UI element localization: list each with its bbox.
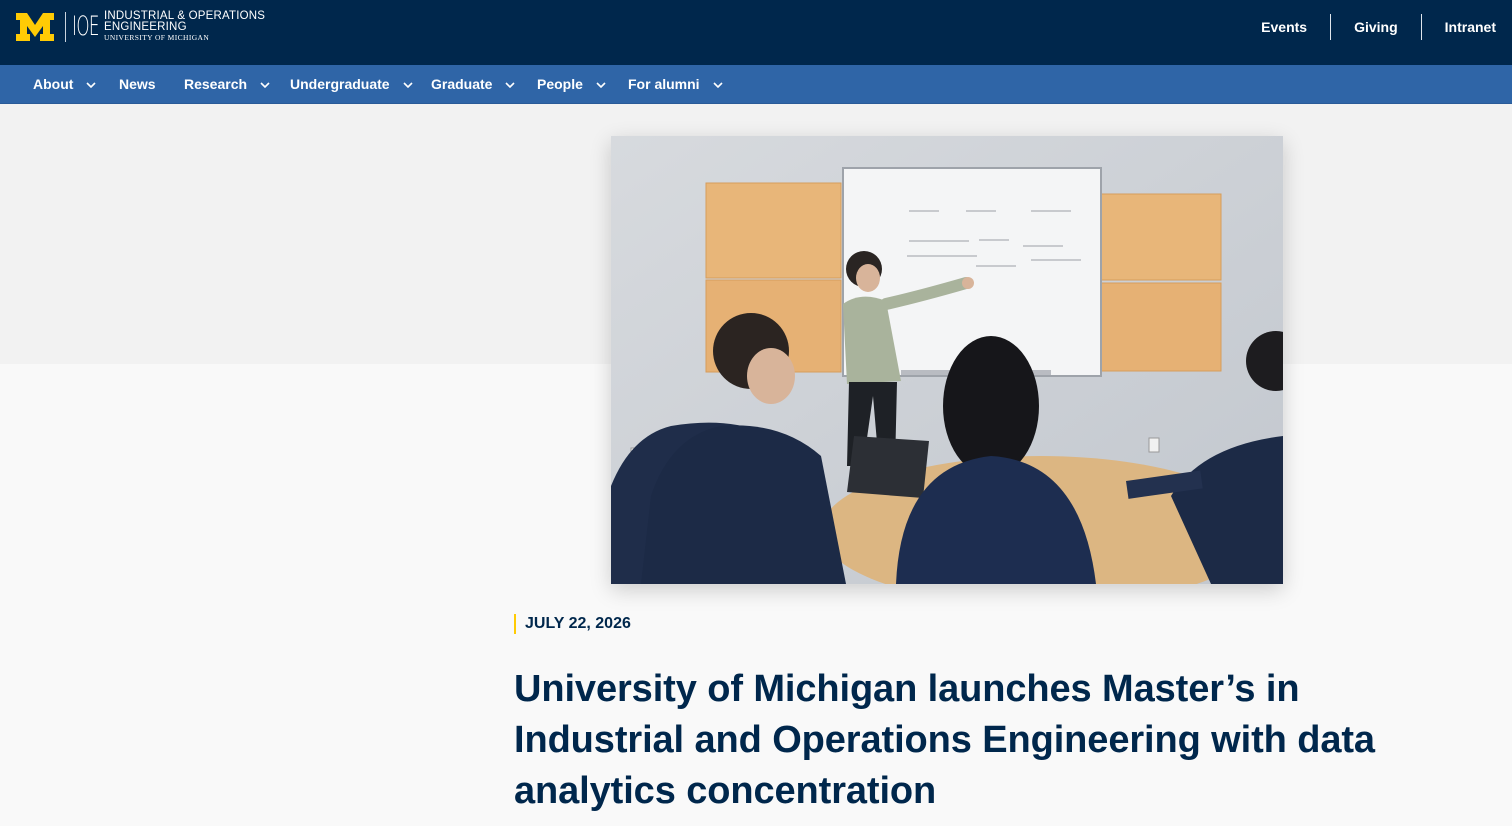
nav-label-for-alumni: For alumni [628, 76, 700, 92]
nav-item-graduate[interactable]: Graduate [431, 65, 516, 103]
logo-line-2: ENGINEERING [104, 21, 187, 33]
utility-link-giving[interactable]: Giving [1331, 14, 1421, 40]
block-m-logo-icon [16, 13, 54, 41]
chevron-down-icon[interactable] [260, 82, 270, 88]
nav-item-undergraduate[interactable]: Undergraduate [290, 65, 413, 103]
nav-item-people[interactable]: People [537, 65, 606, 103]
nav-item-for-alumni[interactable]: For alumni [628, 65, 723, 103]
chevron-down-icon[interactable] [712, 82, 723, 88]
chevron-down-icon[interactable] [86, 82, 97, 88]
nav-label-research: Research [184, 76, 248, 92]
article-date: JULY 22, 2026 [514, 614, 631, 634]
nav-item-news[interactable]: News [119, 65, 156, 103]
site-header: IOE INDUSTRIAL & OPERATIONS ENGINEERING … [0, 0, 1512, 65]
nav-label-about: About [33, 76, 74, 92]
main-nav: About News Research Undergraduate Gradua… [0, 65, 1512, 104]
logo-monogram: IOE [72, 11, 99, 42]
utility-link-intranet[interactable]: Intranet [1422, 14, 1512, 40]
logo-wordmark: INDUSTRIAL & OPERATIONS ENGINEERING UNIV… [104, 10, 265, 43]
site-logo[interactable]: IOE INDUSTRIAL & OPERATIONS ENGINEERING … [15, 10, 265, 44]
logo-line-3: UNIVERSITY OF MICHIGAN [104, 33, 210, 42]
chevron-down-icon[interactable] [596, 82, 606, 88]
nav-label-people: People [537, 76, 583, 92]
nav-item-research[interactable]: Research [184, 65, 270, 103]
nav-label-undergraduate: Undergraduate [290, 76, 390, 92]
chevron-down-icon[interactable] [403, 82, 413, 88]
nav-label-news: News [119, 76, 156, 92]
chevron-down-icon[interactable] [505, 82, 516, 88]
article-hero-image [611, 136, 1283, 584]
nav-label-graduate: Graduate [431, 76, 493, 92]
article-title: University of Michigan launches Master’s… [514, 668, 1375, 812]
nav-item-about[interactable]: About [33, 65, 97, 103]
logo-divider [65, 12, 66, 42]
classroom-photo-icon [611, 136, 1283, 584]
utility-nav: Events Giving Intranet [1238, 14, 1512, 40]
utility-link-events[interactable]: Events [1238, 14, 1330, 40]
